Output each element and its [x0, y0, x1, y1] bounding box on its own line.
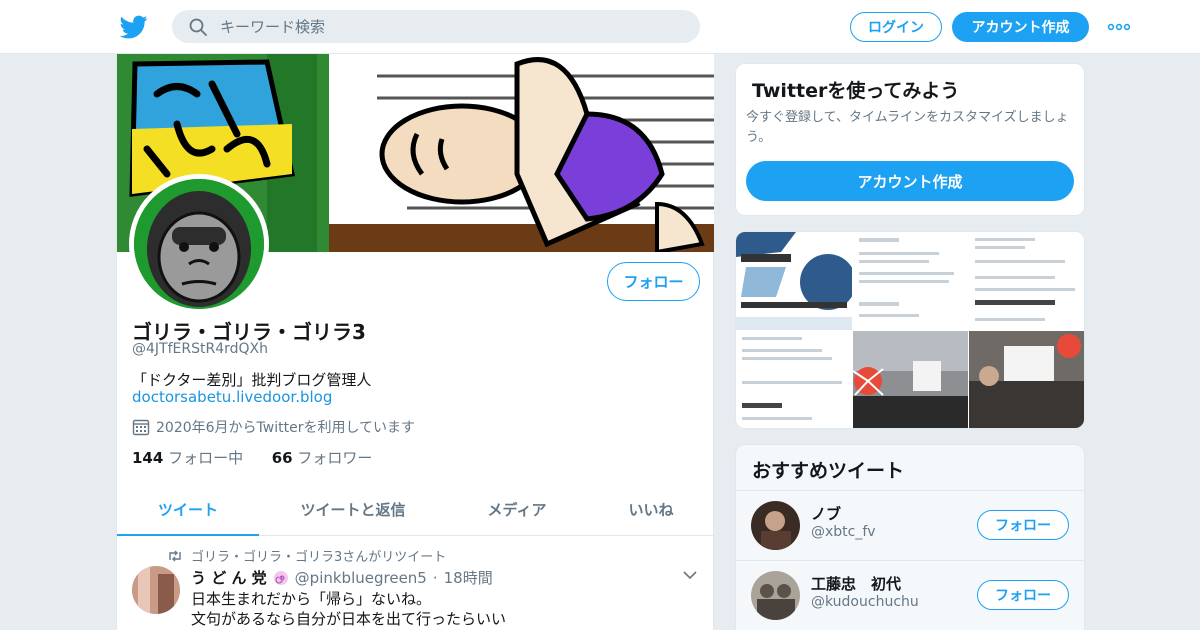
tweet-avatar-image: [132, 566, 180, 614]
tweet-time[interactable]: 18時間: [444, 567, 493, 588]
chevron-down-icon[interactable]: [683, 570, 697, 580]
tab-likes[interactable]: いいね: [611, 484, 691, 534]
tweet-text-line: 日本生まれだから「帰ら」ないね。: [191, 590, 432, 608]
retweet-context: ゴリラ・ゴリラ・ゴリラ3さんがリツイート: [167, 546, 446, 565]
recommended-user-handle: @kudouchuchu: [811, 594, 919, 610]
media-thumbnail[interactable]: [969, 331, 1084, 428]
media-grid: [735, 231, 1085, 429]
following-stat[interactable]: 144 フォロー中: [132, 449, 243, 467]
signup-card: Twitterを使ってみよう 今すぐ登録して、タイムラインをカスタマイズしましょ…: [735, 63, 1085, 216]
tweet-text-line: 文句があるなら自分が日本を出て行ったらいい: [191, 610, 507, 628]
tweet-text: 日本生まれだから「帰ら」ないね。 文句があるなら自分が日本を出て行ったらいい: [191, 589, 506, 629]
twitter-bird-icon[interactable]: [120, 13, 148, 41]
signup-button[interactable]: アカウント作成: [952, 12, 1089, 42]
followers-label: フォロワー: [297, 449, 373, 467]
search-icon: [189, 18, 207, 36]
calendar-icon: [132, 419, 150, 436]
signup-card-button[interactable]: アカウント作成: [746, 161, 1074, 201]
profile-stats: 144 フォロー中 66 フォロワー: [132, 447, 372, 468]
search-input[interactable]: [220, 10, 680, 43]
recommended-user-avatar[interactable]: [751, 501, 800, 550]
signup-card-description: 今すぐ登録して、タイムラインをカスタマイズしましょう。: [746, 110, 1069, 145]
followers-stat[interactable]: 66 フォロワー: [272, 449, 373, 467]
profile-join-date: 2020年6月からTwitterを利用しています: [132, 417, 415, 437]
search-box[interactable]: [172, 10, 700, 43]
tweet-author-handle[interactable]: @pinkbluegreen5: [295, 569, 427, 587]
media-thumbnail[interactable]: [736, 331, 852, 428]
following-label: フォロー中: [168, 449, 244, 467]
recommended-user-name[interactable]: 工藤忠 初代: [811, 573, 901, 594]
signup-card-title: Twitterを使ってみよう: [752, 80, 960, 102]
profile-website-link[interactable]: doctorsabetu.livedoor.blog: [132, 388, 332, 406]
tweet-author-avatar[interactable]: [132, 566, 180, 614]
retweet-context-text: ゴリラ・ゴリラ・ゴリラ3さんがリツイート: [191, 550, 447, 565]
recommended-user-avatar[interactable]: [751, 571, 800, 620]
tweet-header: う ど ん 党 @pinkbluegreen5 · 18時間: [191, 567, 493, 588]
spiral-emoji-icon: [273, 570, 288, 585]
profile-handle: @4JTfERStR4rdQXh: [132, 341, 268, 357]
user-avatar-image: [751, 571, 800, 620]
media-thumbnail[interactable]: [736, 232, 852, 330]
tweet-item[interactable]: ゴリラ・ゴリラ・ゴリラ3さんがリツイート う ど ん 党 @pinkbluegr…: [117, 537, 714, 630]
top-navigation-bar: ログイン アカウント作成: [0, 0, 1200, 54]
following-count: 144: [132, 449, 164, 467]
recommended-user[interactable]: 工藤忠 初代 @kudouchuchu フォロー: [736, 560, 1084, 629]
media-thumbnail[interactable]: [969, 232, 1084, 330]
media-image: [969, 331, 1084, 428]
recommended-title: おすすめツイート: [752, 460, 905, 482]
tab-tweets-and-replies[interactable]: ツイートと返信: [279, 484, 427, 534]
gorilla-avatar-image: [134, 179, 264, 309]
followers-count: 66: [271, 449, 293, 467]
media-image: [736, 331, 852, 428]
media-thumbnail[interactable]: [853, 232, 968, 330]
recommended-user-name[interactable]: ノブ: [811, 503, 841, 524]
recommended-user[interactable]: ノブ @xbtc_fv フォロー: [736, 490, 1084, 559]
tab-tweets[interactable]: ツイート: [117, 484, 259, 536]
profile-column: フォロー ゴリラ・ゴリラ・ゴリラ3 @4JTfERStR4rdQXh 「ドクター…: [116, 54, 714, 630]
login-button[interactable]: ログイン: [850, 12, 942, 42]
media-thumbnail[interactable]: [853, 331, 968, 428]
tweet-separator: ·: [432, 568, 438, 587]
join-date-text: 2020年6月からTwitterを利用しています: [156, 420, 416, 436]
media-image: [969, 232, 1084, 330]
profile-avatar[interactable]: [129, 174, 269, 314]
recommended-card: おすすめツイート ノブ @xbtc_fv フォロー 工藤忠 初代 @kudouc…: [735, 444, 1085, 630]
media-image: [853, 232, 968, 330]
profile-tabs: ツイート ツイートと返信 メディア いいね: [117, 484, 714, 536]
tab-media[interactable]: メディア: [469, 484, 565, 534]
media-image: [853, 331, 968, 428]
profile-bio: 「ドクター差別」批判ブログ管理人: [132, 371, 372, 389]
retweet-icon: [169, 550, 181, 561]
recommended-user-handle: @xbtc_fv: [811, 524, 876, 540]
follow-button[interactable]: フォロー: [977, 580, 1069, 610]
follow-button[interactable]: フォロー: [607, 262, 700, 301]
more-dots-icon[interactable]: [1107, 17, 1131, 37]
follow-button[interactable]: フォロー: [977, 510, 1069, 540]
media-image: [736, 232, 852, 330]
tweet-author-name[interactable]: う ど ん 党: [191, 567, 267, 588]
user-avatar-image: [751, 501, 800, 550]
